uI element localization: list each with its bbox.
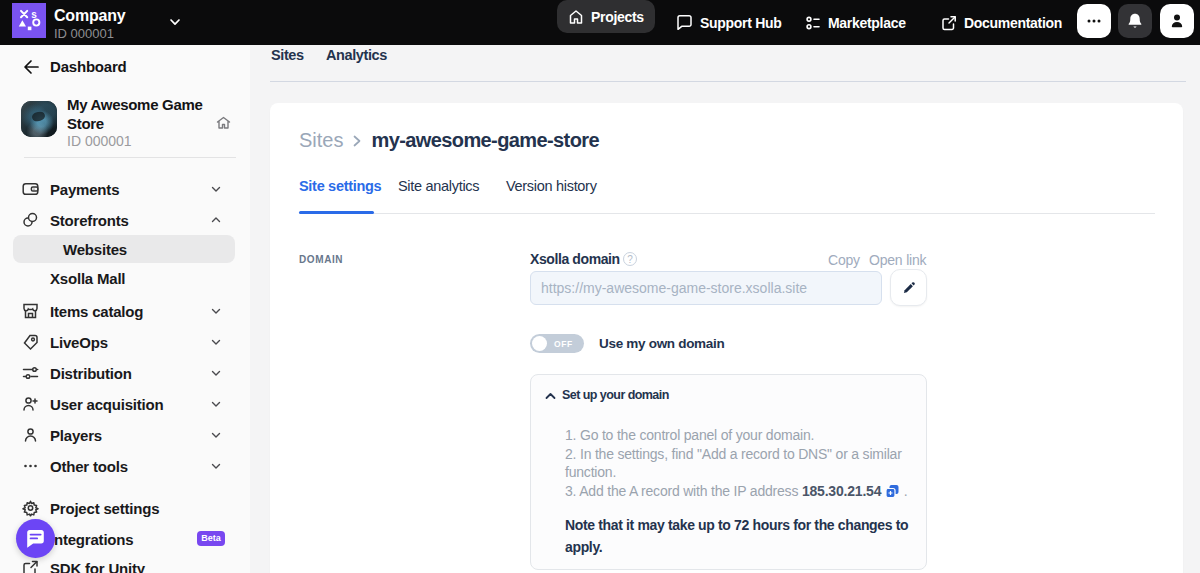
svg-text:s: s	[31, 9, 37, 20]
